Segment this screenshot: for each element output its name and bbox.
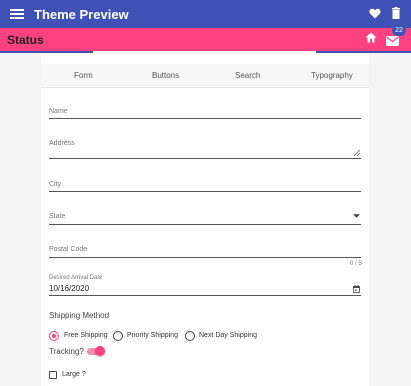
calendar-icon[interactable] [353, 285, 360, 293]
heart-icon[interactable] [369, 8, 381, 19]
city-label: City [49, 181, 62, 188]
radio-label: Free Shipping [64, 332, 108, 339]
shipping-method-title: Shipping Method [49, 311, 110, 320]
state-label: State [49, 213, 66, 220]
radio-label: Next Day Shipping [199, 332, 257, 339]
tab-buttons[interactable]: Buttons [152, 71, 179, 80]
tab-search[interactable]: Search [235, 71, 260, 80]
mail-button[interactable]: 22 [386, 24, 406, 46]
mail-icon [386, 35, 399, 46]
radio-label: Priority Shipping [127, 332, 178, 339]
city-underline [49, 191, 361, 192]
tab-form[interactable]: Form [74, 71, 93, 80]
tracking-label: Tracking? [49, 347, 84, 356]
resize-handle-icon[interactable] [354, 150, 360, 156]
name-underline [49, 118, 361, 119]
toggle-thumb [95, 346, 105, 356]
large-checkbox[interactable] [49, 371, 57, 379]
arrival-date-value: 10/16/2020 [49, 284, 90, 293]
address-underline [49, 158, 361, 159]
name-label: Name [49, 108, 68, 115]
accent-divider-left [0, 51, 93, 53]
tab-bar: Form Buttons Search Typography [41, 64, 369, 88]
tab-typography[interactable]: Typography [311, 71, 353, 80]
postal-code-counter: 0 / 5 [350, 261, 362, 267]
menu-icon[interactable] [10, 9, 24, 19]
status-title: Status [7, 32, 44, 47]
status-bar: Status 22 [0, 24, 411, 51]
accent-divider-right [316, 51, 411, 53]
arrival-date-label: Desired Arrival Date [49, 275, 103, 281]
large-checkbox-label: Large ? [62, 371, 86, 378]
postal-code-label: Postal Code [49, 246, 88, 253]
app-title: Theme Preview [34, 6, 129, 22]
home-icon[interactable] [365, 32, 377, 43]
radio-button[interactable] [49, 331, 59, 341]
radio-button[interactable] [185, 331, 195, 341]
address-label: Address [49, 140, 75, 147]
state-underline [49, 224, 361, 225]
app-bar: Theme Preview [0, 0, 411, 28]
trash-icon[interactable] [391, 7, 401, 19]
arrival-date-underline [49, 295, 361, 296]
radio-button[interactable] [113, 331, 123, 341]
postal-code-underline [49, 257, 361, 258]
chevron-down-icon[interactable] [353, 214, 360, 218]
mail-count-badge: 22 [392, 24, 406, 36]
